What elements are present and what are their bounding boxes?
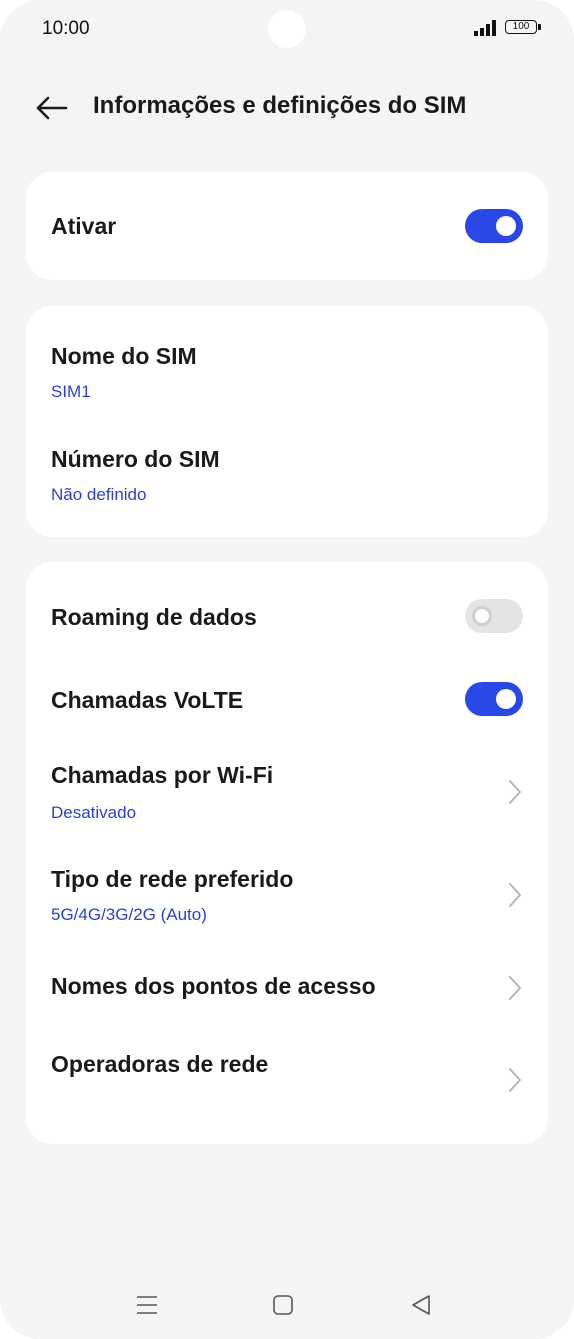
chevron-right-icon [509,1068,521,1092]
network-type-value: 5G/4G/3G/2G (Auto) [51,905,207,924]
status-time: 10:00 [42,18,90,39]
network-type-row[interactable]: Tipo de rede preferido 5G/4G/3G/2G (Auto… [26,842,548,942]
operators-label: Operadoras de rede [51,1051,269,1077]
sim-number-row[interactable]: Número do SIM Não definido [26,420,548,520]
battery-level: 100 [505,20,537,34]
menu-button[interactable] [132,1290,162,1320]
activate-card: Ativar [26,172,548,280]
roaming-label: Roaming de dados [51,604,257,630]
sim-number-value: Não definido [51,485,147,504]
sim-name-label: Nome do SIM [51,343,197,369]
arrow-left-icon [36,96,68,120]
apn-label: Nomes dos pontos de acesso [51,973,376,999]
wifi-calling-row[interactable]: Chamadas por Wi-Fi Desativado [26,742,548,842]
battery-icon: 100 [505,20,543,36]
activate-toggle[interactable] [465,209,523,243]
roaming-toggle[interactable] [465,599,523,633]
apn-row[interactable]: Nomes dos pontos de acesso [26,942,548,1026]
network-card: Roaming de dados Chamadas VoLTE Chamadas… [26,562,548,1144]
wifi-calling-label: Chamadas por Wi-Fi [51,762,274,788]
sim-number-label: Número do SIM [51,446,220,472]
roaming-row[interactable]: Roaming de dados [26,574,548,658]
sim-name-value: SIM1 [51,382,91,401]
menu-icon [137,1296,157,1314]
volte-row[interactable]: Chamadas VoLTE [26,658,548,742]
back-button[interactable] [30,88,70,128]
activate-label: Ativar [51,213,117,239]
operators-row[interactable]: Operadoras de rede [26,1026,548,1126]
signal-icon [474,20,496,36]
camera-cutout [268,10,306,48]
back-triangle-icon [412,1295,430,1315]
home-icon [273,1295,293,1315]
system-nav-bar [0,1280,574,1330]
phone-screen: 10:00 100 Informações e definições do SI… [0,0,574,1339]
volte-label: Chamadas VoLTE [51,687,244,713]
sim-name-row[interactable]: Nome do SIM SIM1 [26,316,548,416]
volte-toggle[interactable] [465,682,523,716]
status-bar: 10:00 100 [0,0,574,60]
chevron-right-icon [509,883,521,907]
activate-row[interactable]: Ativar [26,172,548,280]
home-button[interactable] [268,1290,298,1320]
app-bar: Informações e definições do SIM [0,80,574,136]
sim-info-card: Nome do SIM SIM1 Número do SIM Não defin… [26,306,548,537]
wifi-calling-value: Desativado [51,803,137,822]
page-title: Informações e definições do SIM [93,92,467,119]
chevron-right-icon [509,976,521,1000]
back-nav-button[interactable] [406,1290,436,1320]
network-type-label: Tipo de rede preferido [51,866,294,892]
chevron-right-icon [509,780,521,804]
